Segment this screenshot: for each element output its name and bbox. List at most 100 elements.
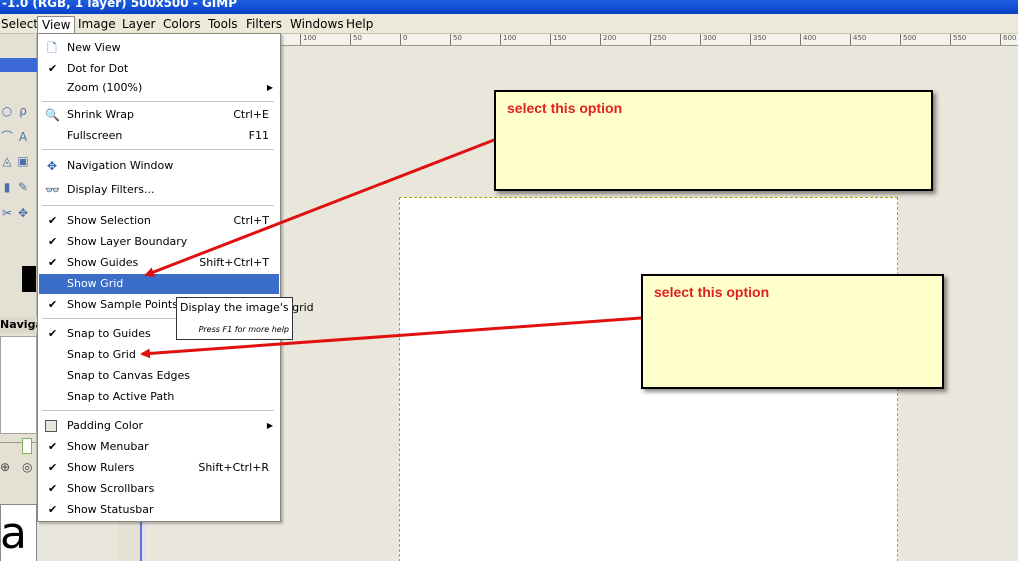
menu-item-padding-color[interactable]: Padding Color ▶ [39, 416, 279, 436]
menu-item-display-filters[interactable]: 👓 Display Filters... [39, 180, 279, 200]
menu-item-snap-to-active-path[interactable]: Snap to Active Path [39, 387, 279, 407]
move-arrows-icon: ✥ [46, 159, 58, 173]
checkmark-icon: ✔ [48, 440, 58, 453]
ruler-label: 150 [550, 34, 566, 45]
glasses-icon: 👓 [45, 183, 60, 197]
ruler-label: 500 [900, 34, 916, 45]
tooltip-hint: Press F1 for more help [198, 325, 289, 334]
menu-tools[interactable]: Tools [204, 16, 242, 33]
menu-separator [42, 205, 274, 206]
checkmark-icon: ✔ [48, 62, 58, 75]
ruler-label: 450 [850, 34, 866, 45]
menu-item-label: Navigation Window [67, 159, 174, 172]
zoom-fit-icon[interactable]: ◎ [22, 460, 32, 474]
tooltip-text: Display the image's grid [180, 301, 314, 314]
annotation-text: select this option [507, 100, 623, 116]
transform-icon[interactable]: ▣ [16, 154, 30, 168]
ruler-label: 300 [700, 34, 716, 45]
foreground-color-swatch[interactable] [22, 266, 36, 292]
ruler-label: 400 [800, 34, 816, 45]
checkmark-icon: ✔ [48, 461, 58, 474]
menu-item-dot-for-dot[interactable]: ✔ Dot for Dot [39, 59, 279, 79]
text-tool-icon[interactable]: A [16, 130, 30, 144]
menu-item-label: Snap to Guides [67, 327, 151, 340]
menu-item-show-grid[interactable]: Show Grid [39, 274, 279, 294]
ruler-label: 200 [600, 34, 616, 45]
ruler-label: 600 [1000, 34, 1016, 45]
menu-item-show-menubar[interactable]: ✔ Show Menubar [39, 437, 279, 457]
menu-item-fullscreen[interactable]: Fullscreen F11 [39, 126, 279, 146]
menu-item-label: Show Menubar [67, 440, 149, 453]
eraser-icon[interactable]: ▮ [0, 180, 14, 194]
move-icon[interactable]: ✥ [16, 206, 30, 220]
menu-item-label: Show Selection [67, 214, 151, 227]
menu-item-label: Show Sample Points [67, 298, 178, 311]
menu-item-show-statusbar[interactable]: ✔ Show Statusbar [39, 500, 279, 520]
annotation-callout: select this option [494, 90, 933, 191]
checkmark-icon: ✔ [48, 482, 58, 495]
submenu-arrow-icon: ▶ [266, 83, 273, 92]
checkmark-icon: ✔ [48, 298, 58, 311]
menu-help[interactable]: Help [342, 16, 377, 33]
scissors-icon[interactable]: ✂ [0, 206, 14, 220]
menu-colors[interactable]: Colors [159, 16, 205, 33]
menu-view[interactable]: View [37, 16, 76, 33]
menu-item-zoom[interactable]: Zoom (100%) ▶ [39, 78, 279, 98]
zoom-out-icon[interactable]: ⊕ [0, 460, 10, 474]
navigation-preview[interactable] [0, 336, 37, 434]
zoom-slider-thumb[interactable] [22, 438, 32, 454]
menu-item-show-rulers[interactable]: ✔ Show Rulers Shift+Ctrl+R [39, 458, 279, 478]
menu-item-show-layer-boundary[interactable]: ✔ Show Layer Boundary [39, 232, 279, 252]
tooltip: Display the image's grid Press F1 for mo… [176, 297, 314, 340]
ruler-label: 250 [650, 34, 666, 45]
menu-separator [42, 410, 274, 411]
dropper-icon[interactable]: ✎ [16, 180, 30, 194]
ellipse-select-icon[interactable]: ○ [0, 104, 14, 118]
menu-select[interactable]: Select [0, 16, 42, 33]
submenu-arrow-icon: ▶ [266, 421, 273, 430]
menu-windows[interactable]: Windows [286, 16, 348, 33]
menu-item-accelerator: Shift+Ctrl+R [198, 461, 269, 474]
checkmark-icon: ✔ [48, 214, 58, 227]
checkmark-icon: ✔ [48, 256, 58, 269]
ruler-label: 50 [350, 34, 362, 45]
menu-layer[interactable]: Layer [118, 16, 159, 33]
menu-item-label: Show Rulers [67, 461, 135, 474]
menu-separator [42, 149, 274, 150]
menu-item-label: Snap to Grid [67, 348, 136, 361]
lasso-icon[interactable]: ρ [16, 104, 30, 118]
flip-icon[interactable]: ◬ [0, 154, 14, 168]
view-menu-dropdown: 🗋 New View ✔ Dot for Dot Zoom (100%) ▶ 🔍… [37, 33, 281, 522]
menu-item-show-selection[interactable]: ✔ Show Selection Ctrl+T [39, 211, 279, 231]
menu-item-snap-to-canvas-edges[interactable]: Snap to Canvas Edges [39, 366, 279, 386]
menu-item-label: Zoom (100%) [67, 81, 143, 94]
menu-item-snap-to-grid[interactable]: Snap to Grid [39, 345, 279, 365]
menu-item-show-guides[interactable]: ✔ Show Guides Shift+Ctrl+T [39, 253, 279, 273]
menu-item-new-view[interactable]: 🗋 New View [39, 38, 279, 58]
menu-image[interactable]: Image [74, 16, 120, 33]
menu-item-label: Display Filters... [67, 183, 155, 196]
ruler-label: 0 [400, 34, 407, 45]
menubar: Select View Image Layer Colors Tools Fil… [0, 14, 1018, 34]
menu-item-label: Show Statusbar [67, 503, 154, 516]
menu-filters[interactable]: Filters [242, 16, 286, 33]
window-title: -1.0 (RGB, 1 layer) 500x500 - GIMP [0, 0, 1018, 14]
menu-item-shrink-wrap[interactable]: 🔍 Shrink Wrap Ctrl+E [39, 105, 279, 125]
menu-item-show-scrollbars[interactable]: ✔ Show Scrollbars [39, 479, 279, 499]
ruler-label: 100 [500, 34, 516, 45]
menu-item-label: Dot for Dot [67, 62, 129, 75]
annotation-text: select this option [654, 284, 770, 300]
menu-item-accelerator: Ctrl+T [233, 214, 269, 227]
ruler-label: 100 [300, 34, 316, 45]
menu-separator [42, 101, 274, 102]
paths-icon[interactable]: ⌒ [0, 130, 14, 144]
menu-item-label: Snap to Canvas Edges [67, 369, 190, 382]
toolbox-header [0, 58, 37, 72]
menu-item-label: Shrink Wrap [67, 108, 134, 121]
menu-item-label: Show Layer Boundary [67, 235, 188, 248]
menu-item-navigation-window[interactable]: ✥ Navigation Window [39, 156, 279, 176]
navigation-panel-label: Navigat [0, 317, 49, 333]
menu-item-accelerator: Shift+Ctrl+T [199, 256, 269, 269]
magnifier-icon: 🔍 [45, 108, 60, 122]
checkmark-icon: ✔ [48, 327, 58, 340]
